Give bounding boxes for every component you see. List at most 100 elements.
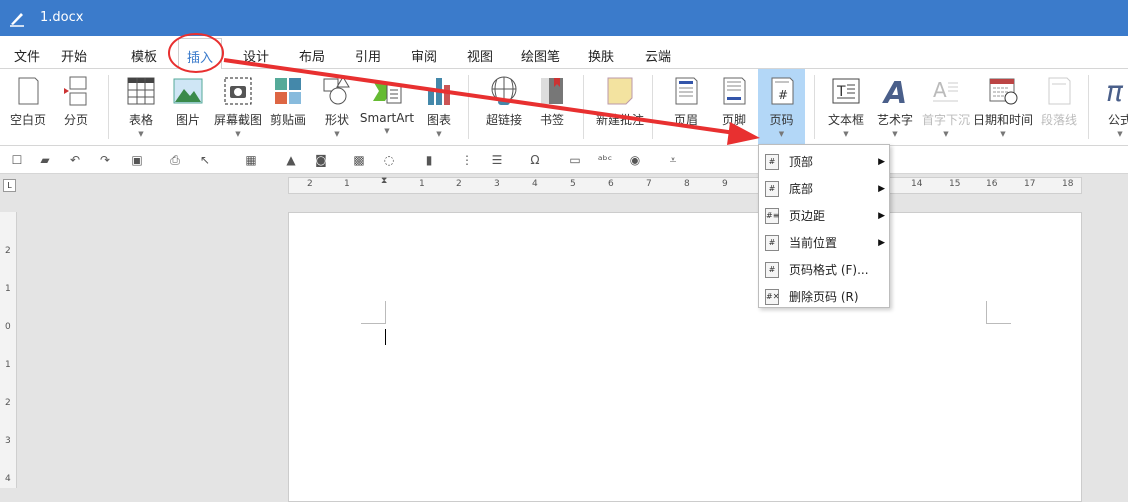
ruler-number: 3 <box>494 179 500 189</box>
table-icon[interactable]: ▦ <box>242 152 260 168</box>
chevron-down-icon: ▼ <box>235 130 241 138</box>
menu-item-1[interactable]: # 底部 ▶ <box>759 175 889 202</box>
ribbon-button-10[interactable]: 书签 <box>530 69 574 146</box>
ruler-number: 8 <box>684 179 690 189</box>
new-doc-icon[interactable]: ☐ <box>8 152 26 168</box>
ribbon-separator <box>652 75 653 139</box>
ribbon-button-16[interactable]: A 艺术字 ▼ <box>872 69 918 146</box>
ruler-number: 7 <box>646 179 652 189</box>
ruler-number: 15 <box>949 179 961 189</box>
tab-3[interactable]: 插入 <box>178 38 223 73</box>
ribbon-button-1[interactable]: 分页 <box>54 69 98 146</box>
title-bar: 1.docx <box>0 0 1128 36</box>
ribbon-button-7[interactable]: SmartArt ▼ <box>358 69 416 146</box>
tab-8[interactable]: 视图 <box>467 46 493 65</box>
ribbon-button-20[interactable]: π 公式 ▼ <box>1098 69 1128 146</box>
bookmark-icon <box>541 78 563 104</box>
save-icon[interactable]: ▣ <box>128 152 146 168</box>
select-objects-icon[interactable]: ⋮ <box>458 152 476 168</box>
margin-mark <box>986 301 987 324</box>
ruler-number: 2 <box>5 246 11 256</box>
ribbon-button-19[interactable]: 段落线 <box>1038 69 1080 146</box>
clipart-icon[interactable]: ▩ <box>350 152 368 168</box>
shapes-icon[interactable]: ◌ <box>380 152 398 168</box>
ribbon-button-5[interactable]: 剪贴画 <box>266 69 310 146</box>
ribbon-label: 分页 <box>63 113 88 127</box>
ribbon-label: 剪贴画 <box>269 113 306 127</box>
tab-0[interactable]: 文件 <box>14 46 40 65</box>
ribbon-button-17[interactable]: A 首字下沉 ▼ <box>920 69 972 146</box>
ribbon-button-9[interactable]: 超链接 <box>482 69 526 146</box>
menu-item-5[interactable]: #✕ 删除页码 (R) <box>759 283 889 310</box>
tab-1[interactable]: 开始 <box>61 46 87 65</box>
document-page[interactable] <box>288 212 1082 502</box>
preview-icon[interactable]: ◉ <box>626 152 644 168</box>
ribbon-button-13[interactable]: 页脚 ▼ <box>712 69 756 146</box>
more-icon[interactable]: ⩡ <box>664 152 682 168</box>
tab-10[interactable]: 换肤 <box>588 46 614 65</box>
open-folder-icon[interactable]: ▰ <box>36 152 54 168</box>
ribbon-button-4[interactable]: 屏幕截图 ▼ <box>212 69 264 146</box>
screenshot-icon[interactable]: ◙ <box>312 152 330 168</box>
tab-5[interactable]: 布局 <box>299 46 325 65</box>
ribbon-button-11[interactable]: 新建批注 <box>592 69 648 146</box>
comment-icon[interactable]: ▭ <box>566 152 584 168</box>
dropcap-icon: A <box>933 78 958 102</box>
textbox-icon: T <box>832 78 860 104</box>
ribbon-label: 超链接 <box>485 113 522 127</box>
pen-icon <box>10 13 24 27</box>
ribbon-separator <box>1088 75 1089 139</box>
svg-text:A: A <box>882 76 907 107</box>
spelling-icon[interactable]: ᵃᵇᶜ <box>596 152 614 168</box>
picture-icon <box>173 78 203 104</box>
ruler-number: 17 <box>1024 179 1036 189</box>
chart-icon[interactable]: ▮ <box>420 152 438 168</box>
menu-item-4[interactable]: # 页码格式 (F)... <box>759 256 889 283</box>
ribbon-button-0[interactable]: 空白页 <box>6 69 50 146</box>
textbox-icon[interactable]: ☰ <box>488 152 506 168</box>
tab-9[interactable]: 绘图笔 <box>521 46 560 65</box>
svg-text:π: π <box>1106 75 1124 107</box>
ribbon-label: 空白页 <box>9 113 46 127</box>
ribbon-button-2[interactable]: 表格 ▼ <box>120 69 162 146</box>
page-number-option-icon: # <box>765 180 779 197</box>
undo-icon[interactable]: ↶ <box>66 152 84 168</box>
tab-4[interactable]: 设计 <box>243 46 269 65</box>
ribbon-label: 页脚 <box>721 113 746 127</box>
tab-6[interactable]: 引用 <box>355 46 381 65</box>
menu-item-2[interactable]: #≡ 页边距 ▶ <box>759 202 889 229</box>
menu-item-label: 底部 <box>789 182 814 196</box>
document-title: 1.docx <box>40 10 84 25</box>
ruler-number: 2 <box>307 179 313 189</box>
tab-11[interactable]: 云端 <box>645 46 671 65</box>
ribbon-button-18[interactable]: 日期和时间 ▼ <box>970 69 1036 146</box>
ribbon-label: 页码 <box>769 113 794 127</box>
print-icon[interactable]: ⎙ <box>166 152 184 168</box>
ribbon-button-8[interactable]: 图表 ▼ <box>417 69 461 146</box>
ruler-number: 0 <box>5 322 11 332</box>
tab-selector[interactable]: L <box>3 179 16 192</box>
horizontal-ruler[interactable]: 2 1 1 2 3 4 5 6 7 8 9 14 15 16 17 18 ⧗ <box>288 176 1082 194</box>
svg-text:#: # <box>778 88 788 102</box>
redo-icon[interactable]: ↷ <box>96 152 114 168</box>
tab-7[interactable]: 审阅 <box>411 46 437 65</box>
vertical-ruler[interactable]: 2 1 0 1 2 3 4 <box>0 212 17 488</box>
ribbon-button-14[interactable]: # 页码 ▼ <box>758 69 805 146</box>
chevron-down-icon: ▼ <box>731 130 737 138</box>
tab-2[interactable]: 模板 <box>131 46 157 65</box>
symbol-icon[interactable]: Ω <box>526 152 544 168</box>
ribbon-label: 图表 <box>426 113 451 127</box>
select-icon[interactable]: ↖ <box>196 152 214 168</box>
chevron-down-icon: ▼ <box>334 130 340 138</box>
picture-icon[interactable]: ▲ <box>282 152 300 168</box>
ruler-number: 18 <box>1062 179 1074 189</box>
ribbon-button-12[interactable]: 页眉 <box>664 69 708 146</box>
menu-item-0[interactable]: # 顶部 ▶ <box>759 148 889 175</box>
ribbon-button-15[interactable]: T 文本框 ▼ <box>824 69 868 146</box>
ruler-number: 1 <box>5 284 11 294</box>
ribbon-button-3[interactable]: 图片 <box>166 69 210 146</box>
ribbon-button-6[interactable]: 形状 ▼ <box>315 69 359 146</box>
menu-item-3[interactable]: # 当前位置 ▶ <box>759 229 889 256</box>
indent-marker-icon[interactable]: ⧗ <box>381 176 387 186</box>
chevron-down-icon: ▼ <box>892 130 898 138</box>
